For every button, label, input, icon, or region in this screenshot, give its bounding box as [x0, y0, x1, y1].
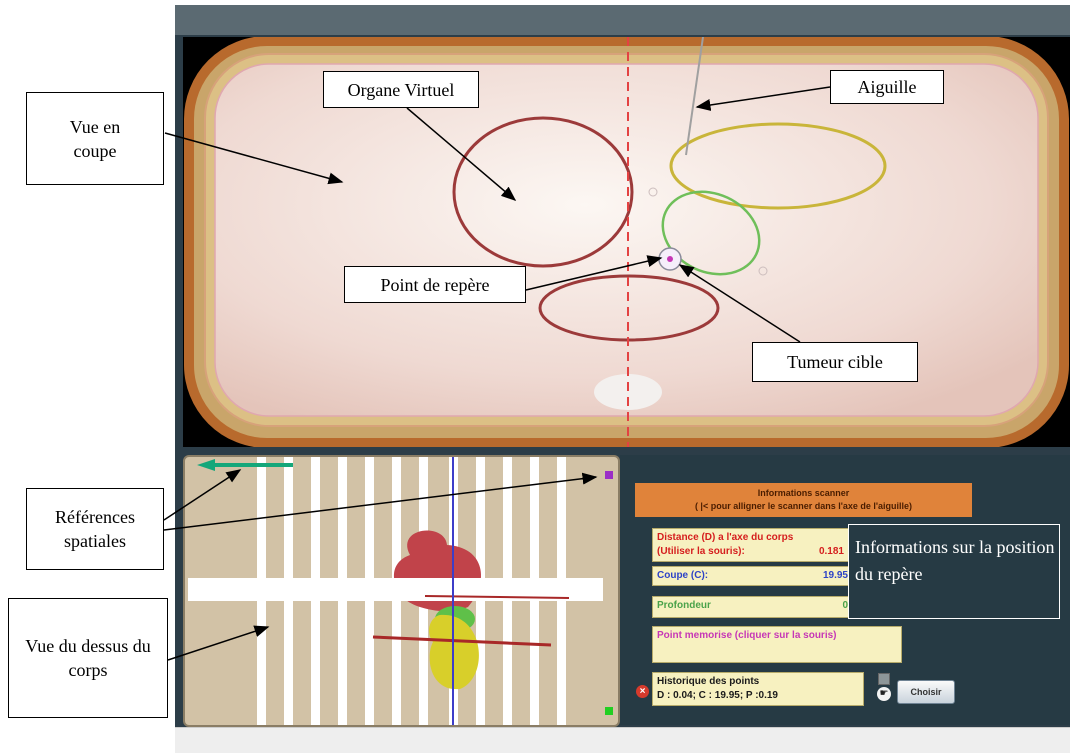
callout-vue-en-coupe: Vue en coupe [26, 92, 164, 185]
marker-green [605, 707, 613, 715]
callout-point-de-repere: Point de repère [344, 266, 526, 303]
choose-button[interactable]: Choisir [897, 680, 955, 704]
stop-icon[interactable] [878, 673, 890, 685]
distance-field[interactable]: Distance (D) a l'axe du corps (Utiliser … [652, 528, 854, 562]
callout-organe-virtuel: Organe Virtuel [323, 71, 479, 108]
direction-arrow-icon [197, 459, 293, 471]
distance-label-line2: (Utiliser la souris): [657, 546, 745, 557]
top-view-canvas[interactable] [185, 457, 618, 725]
point-history-field[interactable]: Historique des points D : 0.04; C : 19.9… [652, 672, 864, 706]
history-value: D : 0.04; C : 19.95; P :0.19 [657, 690, 778, 701]
callout-aiguille: Aiguille [830, 70, 944, 104]
depth-field[interactable]: Profondeur 0 [652, 596, 854, 618]
window-title-bar [175, 5, 1070, 35]
top-view[interactable] [183, 455, 620, 727]
scanner-info-panel: Informations scanner ( |< pour alligner … [620, 455, 1070, 725]
history-label: Historique des points [657, 676, 760, 687]
scanner-info-subtitle: ( |< pour alligner le scanner dans l'axe… [694, 501, 913, 511]
callout-tumeur-cible: Tumeur cible [752, 342, 918, 382]
scanner-info-header[interactable]: Informations scanner ( |< pour alligner … [635, 483, 972, 517]
slice-value: 19.95 [822, 570, 848, 581]
close-icon[interactable]: × [636, 685, 649, 698]
landmark-point[interactable] [667, 256, 673, 262]
slice-label: Coupe (C): [657, 570, 709, 581]
memorized-point-field[interactable]: Point memorise (cliquer sur la souris) [652, 626, 902, 663]
distance-value: 0.181 [818, 546, 844, 557]
status-bar [175, 727, 1070, 753]
distance-label-line1: Distance (D) a l'axe du corps [657, 532, 794, 543]
callout-references-spatiales: Références spatiales [26, 488, 164, 570]
callout-vue-du-dessus: Vue du dessus du corps [8, 598, 168, 718]
marker-purple [605, 471, 613, 479]
depth-label: Profondeur [657, 600, 711, 611]
memorized-point-label: Point memorise (cliquer sur la souris) [657, 630, 837, 641]
callout-position-info: Informations sur la position du repère [848, 524, 1060, 619]
scanner-info-title: Informations scanner [757, 488, 850, 498]
hand-pointer-icon[interactable]: ☛ [877, 687, 891, 701]
slice-field[interactable]: Coupe (C): 19.95 [652, 566, 854, 586]
